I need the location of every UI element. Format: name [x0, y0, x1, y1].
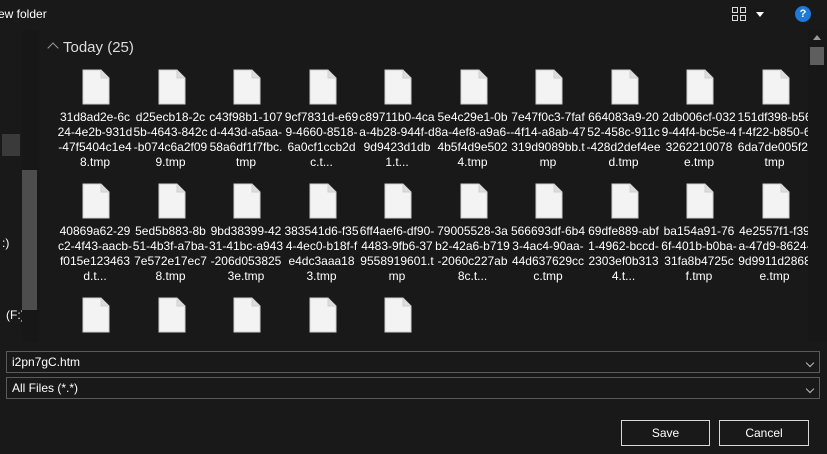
file-icon	[535, 183, 563, 219]
file-item[interactable]: c43f98b1-107d-443d-a5aa-58a6df1f7fbc.tmp	[208, 66, 284, 180]
file-icon	[309, 297, 336, 333]
file-item[interactable]: 9bd38399-4231-41bc-a943-206d0538253e.tmp	[208, 180, 284, 294]
nav-item-selected[interactable]	[2, 134, 20, 156]
file-item[interactable]: 566693df-6b43-4ac4-90aa-44d637629ccc.tmp	[510, 180, 586, 294]
file-icon	[460, 183, 487, 219]
content-scrollbar-thumb[interactable]	[810, 47, 824, 65]
file-name: 4e2557f1-f39a-47d9-8624-9d9911d2868e.tmp	[738, 224, 808, 283]
file-name: 79005528-3ab2-42a6-b719-2060c227ab8c.t..…	[435, 224, 510, 283]
file-name: 40869a62-29c2-4f43-aacb-f015e123463d.t..…	[57, 224, 133, 283]
chevron-down-icon	[756, 12, 764, 17]
file-item[interactable]: 69dfe889-abf1-4962-bccd-2303ef0b3134.t..…	[586, 180, 662, 294]
file-name: 383541d6-f354-4ec0-b18f-fe4dc3aaa183.tmp	[284, 224, 359, 283]
file-list: Today (25) 31d8ad2e-6c24-4e2b-931d-47f54…	[40, 30, 808, 342]
file-item[interactable]: 2db006cf-0329-44f4-bc5e-43262210078e.tmp	[661, 66, 737, 180]
file-item[interactable]	[208, 294, 284, 342]
file-name: 7e47f0c3-7faf-4f14-a8ab-47319d9089bb.tmp	[510, 110, 586, 169]
file-icon	[82, 183, 110, 219]
file-icon	[233, 183, 261, 219]
file-name: 2db006cf-0329-44f4-bc5e-43262210078e.tmp	[661, 110, 737, 169]
group-header-today[interactable]: Today (25)	[45, 39, 805, 59]
chevron-down-icon[interactable]	[805, 384, 815, 394]
file-item[interactable]	[133, 294, 209, 342]
file-item[interactable]: 5ed5b883-8b51-4b3f-a7ba-7e572e17ec78.tmp	[133, 180, 209, 294]
file-icon	[611, 183, 638, 219]
file-item[interactable]: 383541d6-f354-4ec0-b18f-fe4dc3aaa183.tmp	[284, 180, 360, 294]
file-name: 5e4c29e1-0b8a-4ef8-a9a6-4b5f4d9e5024.tmp	[434, 110, 511, 169]
nav-item-drive[interactable]: :)	[2, 236, 9, 250]
chevron-down-icon[interactable]	[805, 358, 815, 368]
file-name: 664083a9-2052-458c-911c-428d2def4eed.tmp	[586, 110, 661, 169]
file-name: 9cf7831d-e699-4660-8518-6a0cf1ccb2dc.t..…	[284, 110, 359, 169]
file-name: 31d8ad2e-6c24-4e2b-931d-47f5404c1e48.tmp	[57, 110, 133, 169]
file-icon	[82, 69, 110, 105]
file-icon	[384, 183, 412, 219]
nav-scrollbar-thumb[interactable]	[22, 170, 37, 310]
file-icon	[309, 69, 336, 105]
file-icon	[233, 69, 261, 105]
file-item[interactable]: c89711b0-4caa-4b28-944f-d9d9423d1db1.t..…	[359, 66, 435, 180]
file-item[interactable]: ba154a91-766f-401b-b0ba-31fa8b4725cf.tmp	[661, 180, 737, 294]
view-options-button[interactable]	[730, 6, 774, 24]
filename-value[interactable]: i2pn7gC.htm	[12, 355, 80, 369]
group-label: Today (25)	[63, 39, 134, 56]
file-name: 6ff4aef6-df90-4483-9fb6-379558919601.tmp	[359, 224, 435, 283]
file-name: 151df398-b56f-4f22-b850-66da7de005f2.tmp	[737, 110, 808, 169]
file-item[interactable]	[359, 294, 435, 342]
file-icon	[309, 183, 336, 219]
file-item[interactable]: 7e47f0c3-7faf-4f14-a8ab-47319d9089bb.tmp	[510, 66, 586, 180]
filename-field[interactable]: i2pn7gC.htm	[6, 351, 820, 373]
cancel-button[interactable]: Cancel	[719, 420, 809, 446]
scroll-up-icon[interactable]	[813, 35, 821, 40]
file-item[interactable]: 4e2557f1-f39a-47d9-8624-9d9911d2868e.tmp	[737, 180, 808, 294]
file-item[interactable]: 9cf7831d-e699-4660-8518-6a0cf1ccb2dc.t..…	[284, 66, 360, 180]
file-icon	[384, 297, 412, 333]
file-item[interactable]: 151df398-b56f-4f22-b850-66da7de005f2.tmp	[737, 66, 808, 180]
file-icon	[233, 297, 261, 333]
file-icon	[611, 69, 638, 105]
file-name: c89711b0-4caa-4b28-944f-d9d9423d1db1.t..…	[359, 110, 435, 169]
file-name: c43f98b1-107d-443d-a5aa-58a6df1f7fbc.tmp	[209, 110, 283, 169]
file-name: d25ecb18-2c5b-4643-842c-b074c6a2f099.tmp	[133, 110, 208, 169]
file-name: 9bd38399-4231-41bc-a943-206d0538253e.tmp	[208, 224, 284, 283]
filetype-select[interactable]: All Files (*.*)	[6, 377, 820, 399]
file-icon	[158, 297, 185, 333]
file-name: 566693df-6b43-4ac4-90aa-44d637629ccc.tmp	[510, 224, 586, 283]
file-item[interactable]	[57, 294, 133, 342]
help-button[interactable]: ?	[795, 6, 811, 22]
file-icon	[762, 69, 789, 105]
file-name: ba154a91-766f-401b-b0ba-31fa8b4725cf.tmp	[661, 224, 737, 283]
file-icon	[384, 69, 412, 105]
file-item[interactable]: 79005528-3ab2-42a6-b719-2060c227ab8c.t..…	[435, 180, 511, 294]
file-icon	[158, 69, 185, 105]
file-item[interactable]: 40869a62-29c2-4f43-aacb-f015e123463d.t..…	[57, 180, 133, 294]
dialog-toolbar: ew folder ?	[0, 0, 827, 30]
file-icon	[535, 69, 563, 105]
file-item[interactable]: d25ecb18-2c5b-4643-842c-b074c6a2f099.tmp	[133, 66, 209, 180]
file-name: 5ed5b883-8b51-4b3f-a7ba-7e572e17ec78.tmp	[132, 224, 209, 283]
file-name: 69dfe889-abf1-4962-bccd-2303ef0b3134.t..…	[588, 224, 659, 283]
file-icon	[762, 183, 789, 219]
file-item[interactable]: 5e4c29e1-0b8a-4ef8-a9a6-4b5f4d9e5024.tmp	[435, 66, 511, 180]
file-icon	[460, 69, 487, 105]
save-button[interactable]: Save	[621, 420, 710, 446]
file-icon	[686, 183, 714, 219]
file-item[interactable]	[284, 294, 360, 342]
filetype-value[interactable]: All Files (*.*)	[12, 381, 78, 395]
file-icon	[686, 69, 714, 105]
file-item[interactable]: 6ff4aef6-df90-4483-9fb6-379558919601.tmp	[359, 180, 435, 294]
file-item[interactable]: 664083a9-2052-458c-911c-428d2def4eed.tmp	[586, 66, 662, 180]
new-folder-button[interactable]: ew folder	[0, 7, 47, 21]
file-item[interactable]: 31d8ad2e-6c24-4e2b-931d-47f5404c1e48.tmp	[57, 66, 133, 180]
view-options-icon	[732, 7, 746, 21]
chevron-up-icon	[47, 42, 59, 54]
navigation-pane: :) (F:)	[0, 30, 40, 342]
file-icon	[158, 183, 185, 219]
content-scrollbar[interactable]	[808, 30, 827, 342]
file-icon	[82, 297, 110, 333]
